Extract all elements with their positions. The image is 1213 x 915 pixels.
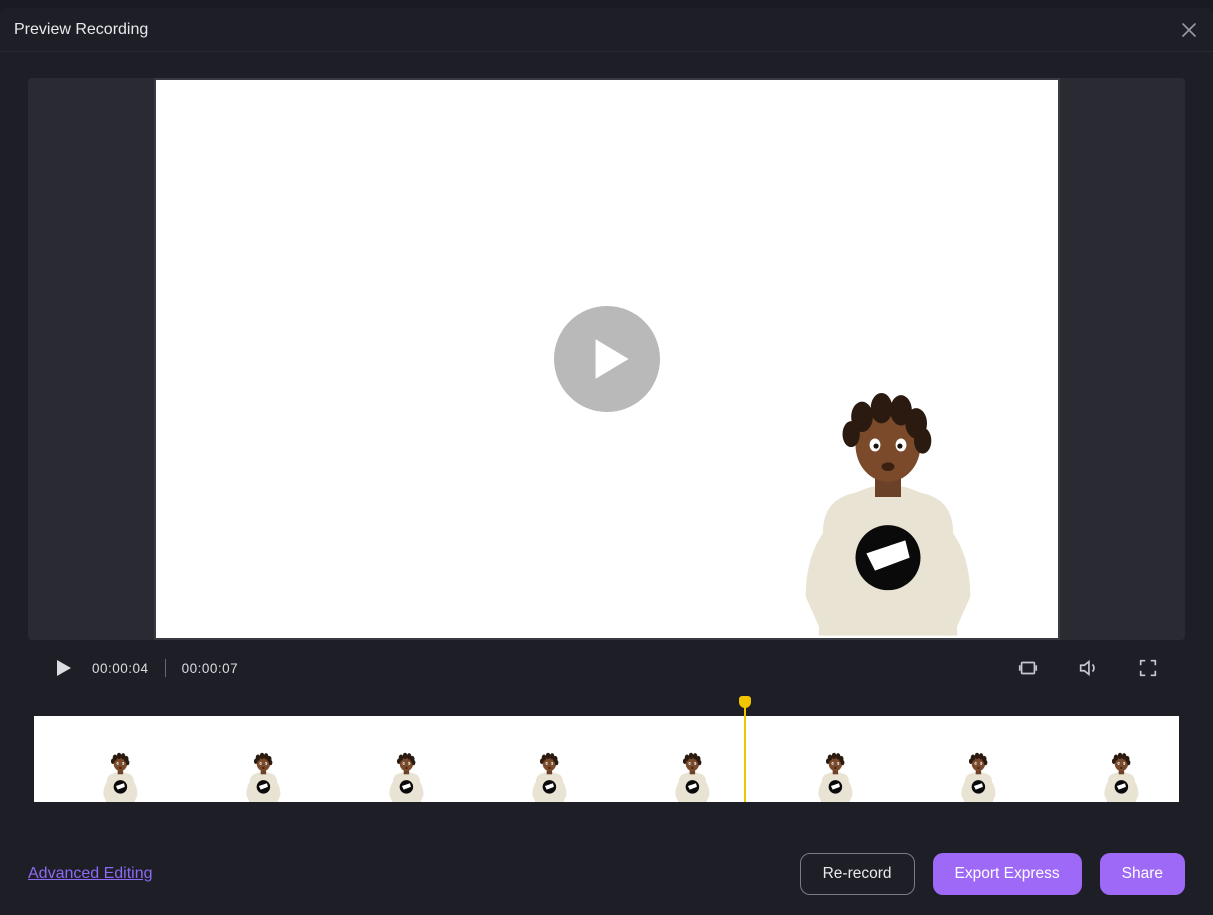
character-avatar (96, 750, 144, 802)
time-separator (165, 659, 166, 677)
timeline-frame[interactable] (893, 716, 1036, 802)
video-canvas[interactable] (154, 78, 1060, 640)
advanced-editing-link[interactable]: Advanced Editing (28, 865, 153, 883)
fullscreen-button[interactable] (1135, 655, 1161, 681)
footer-actions: Advanced Editing Re-record Export Expres… (28, 853, 1185, 895)
character-avatar (812, 750, 860, 802)
play-icon (56, 659, 72, 677)
timeline-frame[interactable] (177, 716, 320, 802)
character-avatar (1098, 750, 1146, 802)
character-avatar (382, 750, 430, 802)
play-button[interactable] (56, 658, 76, 678)
re-record-button[interactable]: Re-record (800, 853, 915, 895)
preview-recording-modal: Preview Recording 00:00:04 00:00:07 (0, 8, 1213, 915)
character-avatar (778, 380, 998, 640)
timeline-frame[interactable] (320, 716, 463, 802)
video-preview-area (28, 78, 1185, 640)
timeline-frame[interactable] (607, 716, 750, 802)
timeline[interactable] (34, 698, 1179, 802)
fullscreen-icon (1137, 657, 1159, 679)
close-button[interactable] (1179, 20, 1199, 40)
trim-icon (1017, 657, 1039, 679)
play-icon (589, 337, 633, 381)
play-overlay-button[interactable] (554, 306, 660, 412)
player-controls: 00:00:04 00:00:07 (28, 646, 1185, 690)
timeline-frame[interactable] (1036, 716, 1179, 802)
modal-title: Preview Recording (14, 21, 148, 39)
timeline-frame[interactable] (750, 716, 893, 802)
character-avatar (525, 750, 573, 802)
timeline-frame[interactable] (463, 716, 606, 802)
volume-icon (1077, 657, 1099, 679)
timeline-frame[interactable] (34, 716, 177, 802)
volume-button[interactable] (1075, 655, 1101, 681)
titlebar: Preview Recording (0, 8, 1213, 52)
thumbnail-strip[interactable] (34, 716, 1179, 802)
current-time: 00:00:04 (92, 661, 149, 676)
close-icon (1182, 23, 1196, 37)
character-avatar (955, 750, 1003, 802)
trim-button[interactable] (1015, 655, 1041, 681)
total-time: 00:00:07 (182, 661, 239, 676)
playhead[interactable] (744, 698, 747, 802)
export-express-button[interactable]: Export Express (933, 853, 1082, 895)
character-avatar (239, 750, 287, 802)
character-avatar (668, 750, 716, 802)
share-button[interactable]: Share (1100, 853, 1185, 895)
